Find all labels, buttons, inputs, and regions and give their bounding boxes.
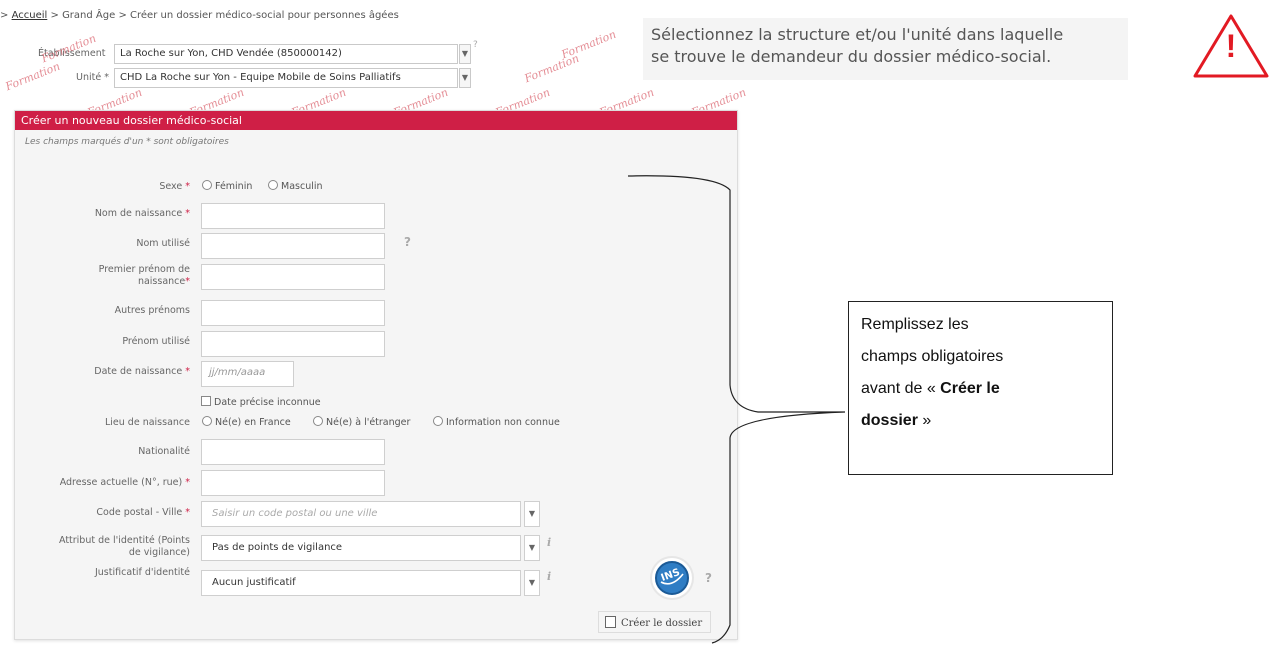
- justificatif-label: Justificatif d'identité: [94, 567, 190, 578]
- document-icon: [605, 616, 616, 628]
- date-naissance-input[interactable]: jj/mm/aaaa: [201, 361, 294, 387]
- attribut-identite-select[interactable]: Pas de points de vigilance: [201, 535, 521, 561]
- breadcrumb-separator: >: [118, 10, 127, 21]
- premier-prenom-input[interactable]: [201, 264, 385, 290]
- date-inconnue-checkbox[interactable]: Date précise inconnue: [201, 396, 321, 408]
- info-icon[interactable]: i: [547, 570, 551, 583]
- etablissement-select[interactable]: La Roche sur Yon, CHD Vendée (850000142): [114, 44, 458, 64]
- radio-icon[interactable]: [268, 180, 278, 190]
- callout-line: Remplissez les: [861, 316, 969, 333]
- callout-box: Remplissez les champs obligatoires avant…: [848, 301, 1113, 475]
- chevron-down-icon[interactable]: ▼: [524, 570, 540, 596]
- nom-naissance-input[interactable]: [201, 203, 385, 229]
- autres-prenoms-input[interactable]: [201, 300, 385, 326]
- chevron-down-icon[interactable]: ▼: [459, 68, 471, 88]
- instruction-line: se trouve le demandeur du dossier médico…: [651, 47, 1052, 66]
- chevron-down-icon[interactable]: ▼: [524, 535, 540, 561]
- breadcrumb-separator: >: [50, 10, 59, 21]
- adresse-label: Adresse actuelle (N°, rue) *: [59, 477, 190, 488]
- breadcrumb-current: Créer un dossier médico-social pour pers…: [130, 10, 399, 21]
- radio-icon[interactable]: [202, 416, 212, 426]
- chevron-down-icon[interactable]: ▼: [459, 44, 471, 64]
- radio-icon[interactable]: [202, 180, 212, 190]
- radio-icon[interactable]: [433, 416, 443, 426]
- nationalite-label: Nationalité: [138, 446, 190, 457]
- code-postal-select[interactable]: Saisir un code postal ou une ville: [201, 501, 521, 527]
- nom-utilise-input[interactable]: [201, 233, 385, 259]
- warning-symbol: !: [1225, 28, 1237, 64]
- callout-line: dossier »: [861, 412, 932, 429]
- breadcrumb-section: Grand Âge: [62, 10, 116, 21]
- code-postal-label: Code postal - Ville *: [96, 507, 190, 518]
- checkbox-icon[interactable]: [201, 396, 211, 406]
- callout-line: avant de « Créer le: [861, 380, 1000, 397]
- adresse-input[interactable]: [201, 470, 385, 496]
- lieu-naissance-label: Lieu de naissance: [104, 417, 190, 428]
- chevron-down-icon[interactable]: ▼: [524, 501, 540, 527]
- sexe-radio-feminin[interactable]: Féminin: [202, 180, 252, 192]
- unite-select[interactable]: CHD La Roche sur Yon - Equipe Mobile de …: [114, 68, 458, 88]
- warning-icon: !: [1192, 12, 1270, 80]
- autres-prenoms-label: Autres prénoms: [114, 305, 190, 316]
- help-icon[interactable]: ?: [473, 40, 478, 50]
- required-note: Les champs marqués d'un * sont obligatoi…: [25, 137, 229, 147]
- breadcrumb-home-link[interactable]: Accueil: [12, 10, 48, 21]
- instruction-line: Sélectionnez la structure et/ou l'unité …: [651, 25, 1064, 44]
- premier-prenom-label: Premier prénom de naissance*: [98, 264, 190, 287]
- prenom-utilise-label: Prénom utilisé: [122, 336, 190, 347]
- lieu-radio-inconnue[interactable]: Information non connue: [433, 416, 560, 428]
- info-icon[interactable]: i: [547, 536, 551, 549]
- watermark-text: Formation: [559, 27, 618, 62]
- nom-utilise-label: Nom utilisé: [136, 238, 190, 249]
- breadcrumb: > Accueil > Grand Âge > Créer un dossier…: [0, 10, 399, 21]
- help-icon[interactable]: ?: [404, 235, 411, 249]
- breadcrumb-separator: >: [0, 10, 9, 21]
- sexe-label: Sexe *: [159, 181, 190, 192]
- unite-label: Unité *: [76, 72, 109, 83]
- watermark-text: Formation: [3, 59, 62, 94]
- sexe-radio-masculin[interactable]: Masculin: [268, 180, 323, 192]
- prenom-utilise-input[interactable]: [201, 331, 385, 357]
- nom-naissance-label: Nom de naissance *: [94, 208, 190, 219]
- lieu-radio-etranger[interactable]: Né(e) à l'étranger: [313, 416, 410, 428]
- attribut-identite-label: Attribut de l'identité (Points de vigila…: [58, 535, 190, 558]
- lieu-radio-france[interactable]: Né(e) en France: [202, 416, 291, 428]
- justificatif-select[interactable]: Aucun justificatif: [201, 570, 521, 596]
- instruction-banner: Sélectionnez la structure et/ou l'unité …: [643, 18, 1128, 80]
- date-naissance-label: Date de naissance *: [94, 366, 190, 377]
- panel-title: Créer un nouveau dossier médico-social: [15, 111, 737, 130]
- nationalite-input[interactable]: [201, 439, 385, 465]
- radio-icon[interactable]: [313, 416, 323, 426]
- bracket-connector: [627, 175, 846, 644]
- callout-line: champs obligatoires: [861, 348, 1004, 365]
